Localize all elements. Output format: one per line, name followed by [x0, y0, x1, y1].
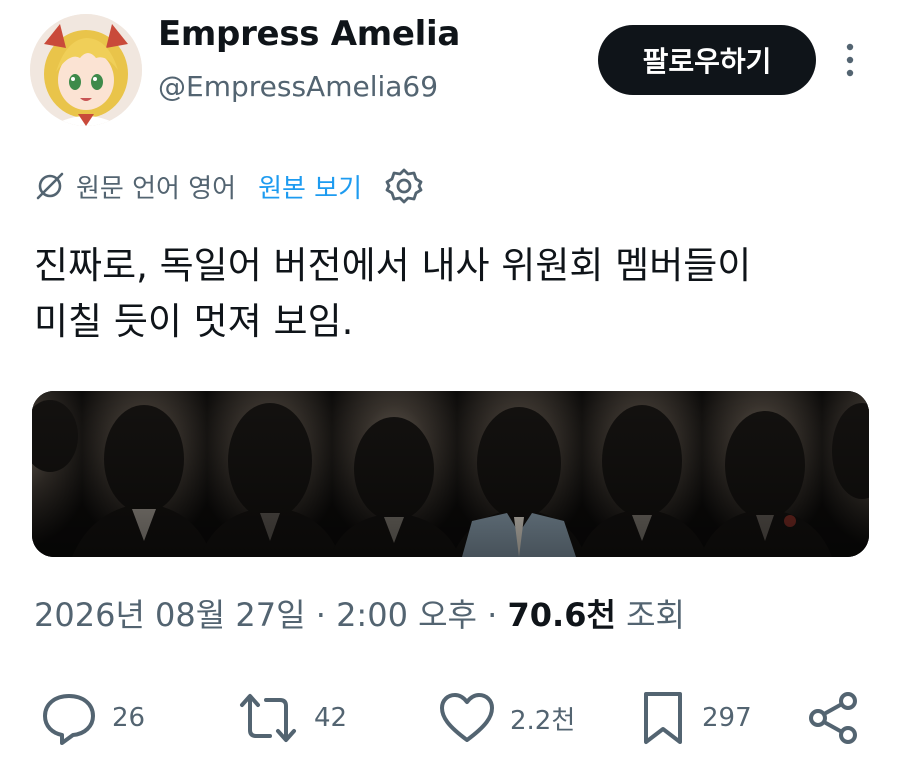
translation-row: 원문 언어 영어 원본 보기	[34, 163, 424, 209]
tweet-media[interactable]	[32, 391, 869, 557]
gear-icon[interactable]	[384, 166, 424, 206]
tweet-timestamp: 2026년 08월 27일 · 2:00 오후 · 70.6천 조회	[34, 590, 685, 636]
repost-count: 42	[314, 703, 348, 733]
separator: ·	[476, 596, 508, 634]
views-label: 조회	[615, 596, 685, 634]
tweet-date: 2026년 08월 27일	[34, 596, 306, 634]
reply-count: 26	[112, 703, 146, 733]
like-button[interactable]: 2.2천	[438, 690, 575, 746]
like-count: 2.2천	[510, 705, 576, 736]
display-name[interactable]: Empress Amelia	[158, 14, 460, 54]
tweet-text-line-2: 미칠 듯이 멋져 보임.	[34, 300, 354, 343]
tweet-text-line-1: 진짜로, 독일어 버전에서 내사 위원회 멤버들이	[34, 244, 752, 287]
repost-button[interactable]: 42	[236, 690, 347, 746]
like-icon	[440, 693, 494, 742]
media-image	[32, 391, 869, 557]
share-icon	[809, 692, 857, 744]
bookmark-count: 297	[702, 703, 752, 733]
share-button[interactable]	[806, 690, 862, 746]
show-original-link[interactable]: 원본 보기	[258, 168, 362, 205]
follow-button[interactable]: 팔로우하기	[598, 25, 816, 95]
bookmark-button[interactable]: 297	[638, 690, 752, 746]
translation-note: 원문 언어 영어	[76, 173, 237, 204]
more-vertical-icon[interactable]	[838, 40, 862, 80]
translate-icon	[36, 172, 64, 200]
reply-button[interactable]: 26	[40, 690, 145, 746]
avatar[interactable]	[30, 14, 142, 126]
tweet-time: 2:00 오후	[336, 596, 477, 634]
user-handle[interactable]: @EmpressAmelia69	[158, 70, 438, 103]
repost-icon	[240, 694, 296, 742]
bookmark-icon	[644, 692, 682, 744]
reply-icon	[43, 694, 95, 745]
separator: ·	[305, 596, 337, 634]
avatar-image	[30, 14, 142, 126]
tweet-text: 진짜로, 독일어 버전에서 내사 위원회 멤버들이 미칠 듯이 멋져 보임.	[34, 238, 874, 350]
views-count[interactable]: 70.6천	[508, 596, 616, 634]
